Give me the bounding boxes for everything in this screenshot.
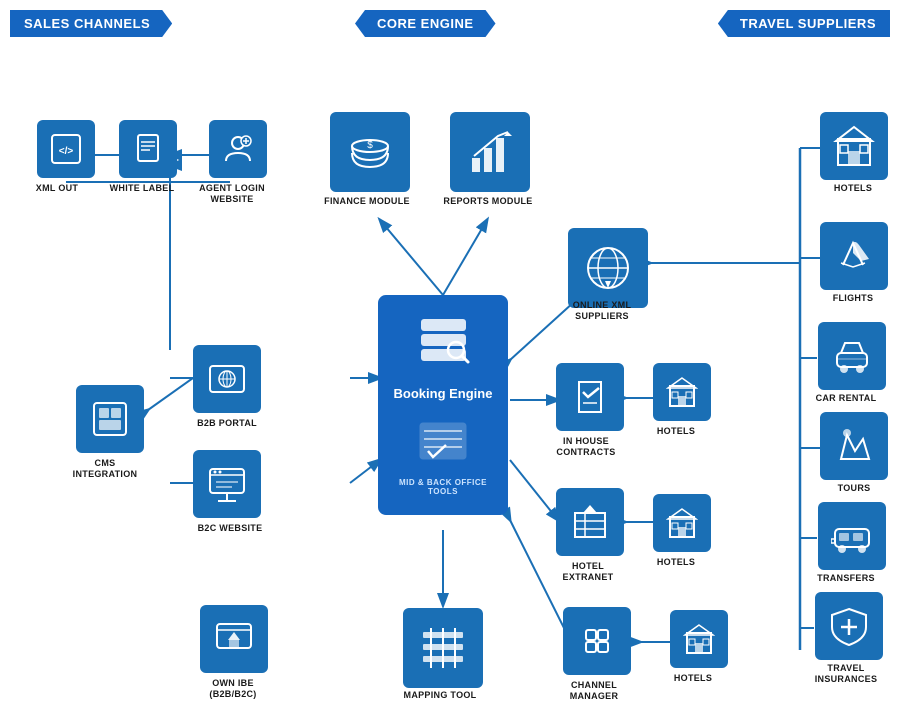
- in-house-contracts-label: IN HOUSE CONTRACTS: [546, 436, 626, 458]
- cms-integration-box: [76, 385, 144, 453]
- mapping-tool-box: [403, 608, 483, 688]
- sales-channels-header: SALES CHANNELS: [10, 10, 172, 37]
- supplier-transfers-box: [818, 502, 886, 570]
- channel-manager-box: [563, 607, 631, 675]
- reports-module-label: REPORTS MODULE: [443, 196, 533, 207]
- mid-back-office-icon: [418, 421, 468, 461]
- xml-out-box: </>: [37, 120, 95, 178]
- supplier-transfers-label: TRANSFERS: [812, 573, 880, 584]
- b2b-portal-label: B2B PORTAL: [193, 418, 261, 429]
- supplier-hotels-box: [820, 112, 888, 180]
- hotels-channel-label: HOTELS: [664, 673, 722, 684]
- diagram-container: SALES CHANNELS CORE ENGINE TRAVEL SUPPLI…: [0, 0, 900, 727]
- hotels-channel-box: [670, 610, 728, 668]
- mapping-tool-label: MAPPING TOOL: [395, 690, 485, 701]
- supplier-tours-box: [820, 412, 888, 480]
- travel-suppliers-header: TRAVEL SUPPLIERS: [718, 10, 890, 37]
- own-ibe-label: OWN IBE (B2B/B2C): [193, 678, 273, 700]
- supplier-travel-insurances-box: [815, 592, 883, 660]
- b2c-website-box: [193, 450, 261, 518]
- svg-text:</>: </>: [59, 146, 74, 157]
- hotels-in-house-box: [653, 363, 711, 421]
- svg-text:$: $: [367, 140, 373, 151]
- mid-back-office-label: MID & BACK OFFICE TOOLS: [388, 478, 498, 496]
- white-label-label: WHITE LABEL: [107, 183, 177, 194]
- xml-out-label: XML OUT: [22, 183, 92, 194]
- supplier-flights-label: FLIGHTS: [824, 293, 882, 304]
- hotels-extranet-box: [653, 494, 711, 552]
- finance-module-label: FINANCE MODULE: [322, 196, 412, 207]
- hotel-extranet-label: HOTEL EXTRANET: [548, 561, 628, 583]
- channel-manager-label: CHANNEL MANAGER: [554, 680, 634, 702]
- finance-module-box: $: [330, 112, 410, 192]
- online-xml-label: ONLINE XML SUPPLIERS: [562, 300, 642, 322]
- in-house-contracts-box: [556, 363, 624, 431]
- supplier-car-rental-box: [818, 322, 886, 390]
- cms-integration-label: CMS INTEGRATION: [66, 458, 144, 480]
- own-ibe-box: [200, 605, 268, 673]
- b2c-website-label: B2C WEBSITE: [196, 523, 264, 534]
- hotels-extranet-label: HOTELS: [647, 557, 705, 568]
- hotels-in-house-label: HOTELS: [647, 426, 705, 437]
- supplier-tours-label: TOURS: [826, 483, 882, 494]
- supplier-flights-box: [820, 222, 888, 290]
- agent-login-box: [209, 120, 267, 178]
- reports-module-box: [450, 112, 530, 192]
- supplier-car-rental-label: CAR RENTAL: [812, 393, 880, 404]
- white-label-box: [119, 120, 177, 178]
- supplier-hotels-label: HOTELS: [824, 183, 882, 194]
- b2b-portal-box: [193, 345, 261, 413]
- supplier-travel-insurances-label: TRAVEL INSURANCES: [806, 663, 886, 685]
- booking-engine-icon: [416, 314, 471, 369]
- agent-login-label: AGENT LOGIN WEBSITE: [196, 183, 268, 205]
- core-engine-header: CORE ENGINE: [355, 10, 496, 37]
- hotel-extranet-box: [556, 488, 624, 556]
- online-xml-box: [568, 228, 648, 308]
- booking-engine-box: Booking Engine MID & BACK OFFICE TOOLS: [378, 295, 508, 515]
- booking-engine-title: Booking Engine: [394, 386, 493, 403]
